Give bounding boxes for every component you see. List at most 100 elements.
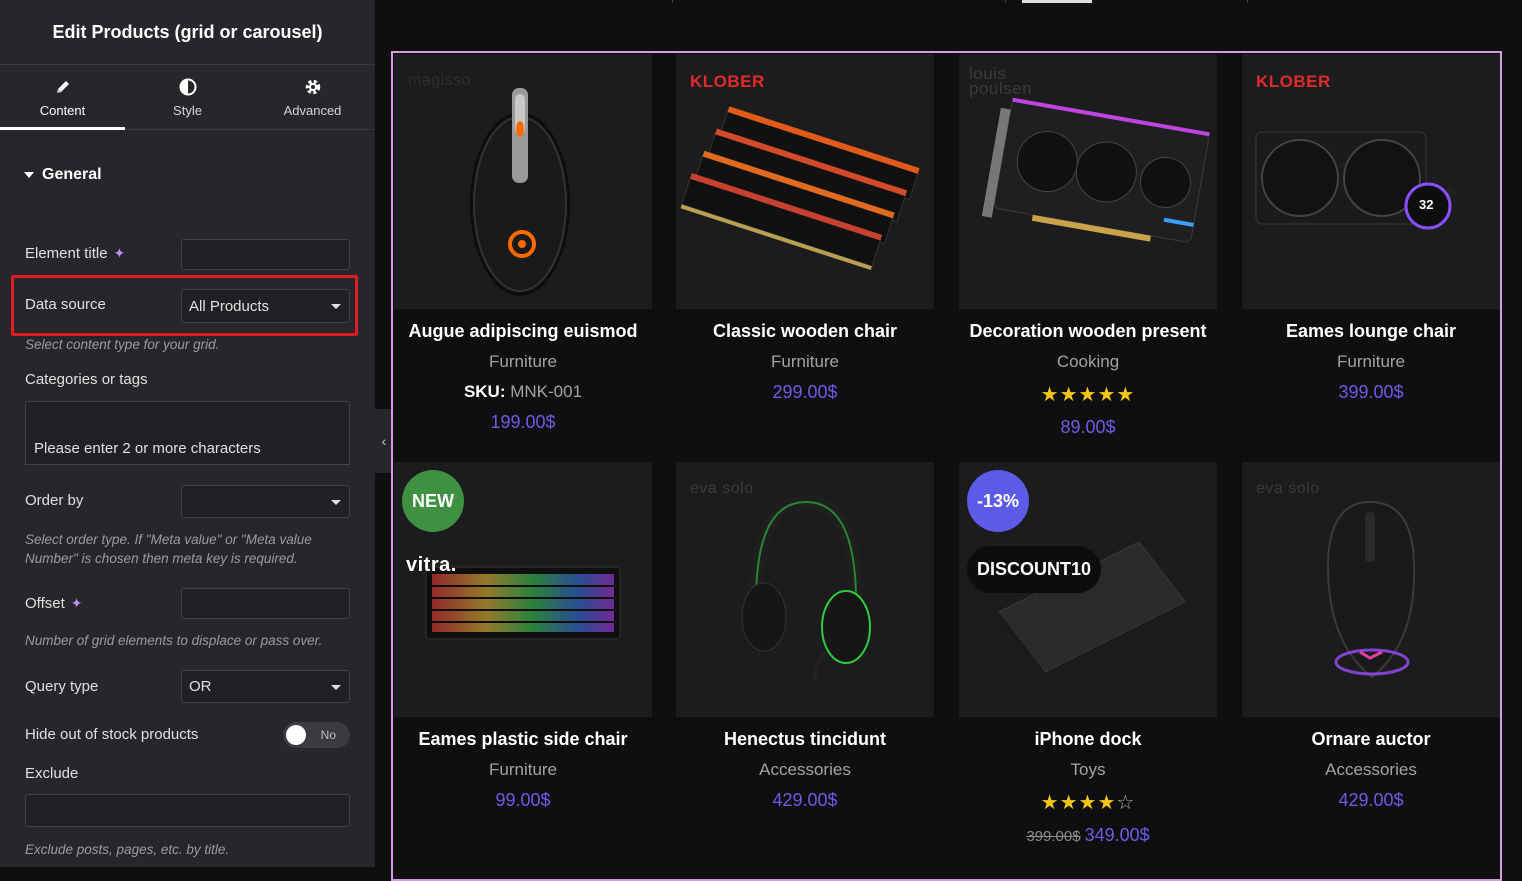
query-type-select[interactable]: OR <box>181 670 350 703</box>
product-card[interactable]: magisso Augue adipiscing euismod Furnitu… <box>394 54 652 433</box>
brand-logo: eva solo <box>1256 480 1320 497</box>
categories-suggestion: Please enter 2 or more characters <box>25 433 350 465</box>
product-title[interactable]: Augue adipiscing euismod <box>394 321 652 342</box>
product-category[interactable]: Furniture <box>1242 352 1500 372</box>
chevron-down-icon <box>331 684 341 690</box>
product-title[interactable]: Eames lounge chair <box>1242 321 1500 342</box>
editor-panel: Edit Products (grid or carousel) Content… <box>0 0 375 867</box>
product-title[interactable]: iPhone dock <box>959 729 1217 750</box>
element-title-input[interactable] <box>181 239 350 270</box>
tab-advanced[interactable]: Advanced <box>250 65 375 129</box>
tab-content[interactable]: Content <box>0 65 125 130</box>
product-card[interactable]: KLOBER Classic wooden chair Furniture 29… <box>676 54 934 403</box>
ai-sparkle-icon[interactable]: ✦ <box>114 245 126 262</box>
product-title[interactable]: Eames plastic side chair <box>394 729 652 750</box>
element-title-text: Element title <box>25 245 108 262</box>
product-image[interactable]: magisso <box>394 54 652 309</box>
data-source-highlight <box>11 275 358 336</box>
data-source-hint: Select content type for your grid. <box>25 337 220 352</box>
nav-active-indicator <box>1022 0 1092 3</box>
product-card[interactable]: vitra. NEW Eames plastic side chair Furn… <box>394 462 652 811</box>
product-title[interactable]: Henectus tincidunt <box>676 729 934 750</box>
gaming-mouse-image <box>1326 500 1416 679</box>
product-image[interactable]: -13% DISCOUNT10 <box>959 462 1217 717</box>
ram-modules-image <box>680 106 920 271</box>
product-image[interactable]: eva solo <box>676 462 934 717</box>
product-image[interactable]: KLOBER <box>676 54 934 309</box>
toggle-knob <box>286 725 306 745</box>
product-category[interactable]: Toys <box>959 760 1217 780</box>
discount-badge: -13% <box>967 470 1029 532</box>
coupon-label: DISCOUNT10 <box>967 546 1102 593</box>
product-price: 429.00$ <box>1338 790 1404 810</box>
brand-logo: louis poulsen <box>969 64 1033 98</box>
product-price: 429.00$ <box>772 790 838 810</box>
sku-value: MNK-001 <box>510 382 583 401</box>
product-image[interactable]: eva solo <box>1242 462 1500 717</box>
product-image[interactable]: louis poulsen <box>959 54 1217 309</box>
tab-advanced-label: Advanced <box>283 102 342 118</box>
product-price: 99.00$ <box>495 790 551 810</box>
hide-out-of-stock-toggle[interactable]: No <box>283 722 350 748</box>
liquid-cooler-image <box>1255 131 1456 230</box>
ai-sparkle-icon[interactable]: ✦ <box>71 595 83 612</box>
product-card[interactable]: louis poulsen Decoration wooden present … <box>959 54 1217 438</box>
product-category[interactable]: Furniture <box>394 352 652 372</box>
product-category[interactable]: Cooking <box>959 352 1217 372</box>
sku-label: SKU: <box>463 382 506 401</box>
product-category[interactable]: Furniture <box>676 352 934 372</box>
product-price: 299.00$ <box>772 382 838 402</box>
product-card[interactable]: KLOBER 32 Eames lounge chair Furniture 3… <box>1242 54 1500 403</box>
order-by-label: Order by <box>25 492 84 509</box>
tab-style[interactable]: Style <box>125 65 250 129</box>
product-price: 199.00$ <box>490 412 556 432</box>
query-type-value: OR <box>189 678 212 695</box>
exclude-label: Exclude <box>25 765 79 782</box>
product-card[interactable]: eva solo Ornare auctor Accessories 429.0… <box>1242 462 1500 811</box>
product-category[interactable]: Accessories <box>676 760 934 780</box>
query-type-label: Query type <box>25 678 99 695</box>
product-category[interactable]: Accessories <box>1242 760 1500 780</box>
product-title[interactable]: Classic wooden chair <box>676 321 934 342</box>
brand-logo: eva solo <box>690 480 754 497</box>
categories-input[interactable] <box>25 401 350 434</box>
offset-label: Offset ✦ <box>25 595 82 612</box>
nav-divider <box>1247 0 1248 3</box>
section-general-label: General <box>42 166 102 183</box>
section-general-toggle[interactable]: General <box>24 166 102 184</box>
product-category[interactable]: Furniture <box>394 760 652 780</box>
tab-style-label: Style <box>173 102 202 118</box>
nav-divider <box>1005 0 1006 3</box>
stars-empty: ☆ <box>1116 792 1136 814</box>
old-price: 399.00$ <box>1026 828 1081 845</box>
order-by-select[interactable] <box>181 485 350 518</box>
product-sku: SKU: MNK-001 <box>394 382 652 402</box>
new-badge: NEW <box>402 470 464 532</box>
order-by-hint: Select order type. If "Meta value" or "M… <box>25 532 312 566</box>
product-card[interactable]: eva solo Henectus tincidunt Accessories … <box>676 462 934 811</box>
product-image[interactable]: KLOBER 32 <box>1242 54 1500 309</box>
product-title[interactable]: Decoration wooden present <box>959 321 1217 342</box>
half-circle-icon <box>178 77 198 97</box>
product-image[interactable]: vitra. NEW <box>394 462 652 717</box>
caret-down-icon <box>24 172 34 178</box>
offset-input[interactable] <box>181 588 350 619</box>
gaming-mouse-image <box>470 88 570 296</box>
toggle-state-label: No <box>320 728 336 742</box>
chevron-left-icon: ‹ <box>381 433 387 449</box>
product-price: 89.00$ <box>1060 417 1116 437</box>
offset-hint: Number of grid elements to displace or p… <box>25 633 323 648</box>
panel-title: Edit Products (grid or carousel) <box>0 0 375 65</box>
tab-content-label: Content <box>39 102 86 118</box>
product-title[interactable]: Ornare auctor <box>1242 729 1500 750</box>
brand-logo: vitra. <box>406 554 457 576</box>
brand-logo: magisso <box>408 72 472 89</box>
product-card[interactable]: -13% DISCOUNT10 iPhone dock Toys ★★★★☆ 3… <box>959 462 1217 846</box>
offset-text: Offset <box>25 595 65 612</box>
headset-image <box>741 494 871 683</box>
exclude-hint: Exclude posts, pages, etc. by title. <box>25 842 230 857</box>
exclude-input[interactable] <box>25 794 350 827</box>
gear-icon <box>303 77 323 97</box>
pencil-icon <box>53 77 73 97</box>
brand-logo: KLOBER <box>690 72 765 91</box>
